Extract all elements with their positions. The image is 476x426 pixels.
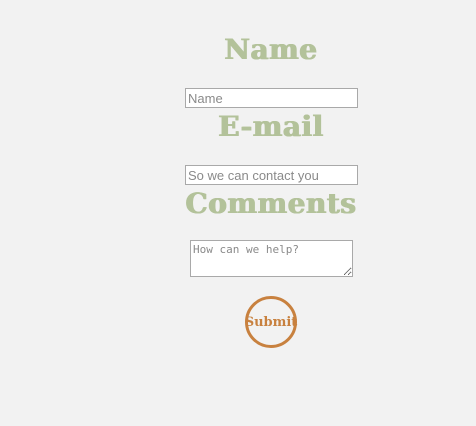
name-heading: Name — [224, 33, 318, 66]
email-input[interactable] — [185, 165, 358, 185]
name-input[interactable] — [185, 88, 358, 108]
comments-textarea[interactable] — [190, 240, 353, 277]
email-heading: E-mail — [218, 110, 324, 143]
submit-button[interactable]: Submit — [245, 296, 297, 348]
submit-button-label: Submit — [244, 314, 298, 330]
contact-form: Name E-mail Comments Submit — [0, 0, 476, 426]
comments-heading: Comments — [185, 187, 357, 220]
